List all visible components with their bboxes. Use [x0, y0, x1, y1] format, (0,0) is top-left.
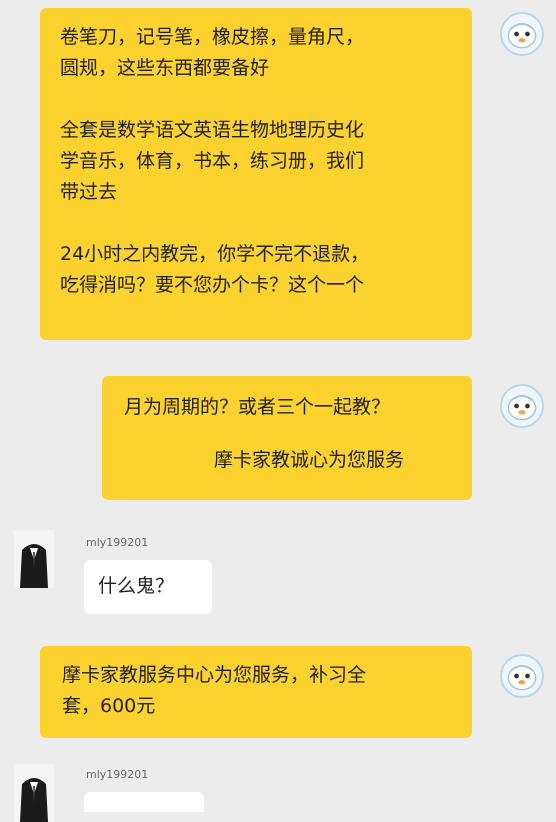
message-bubble-outgoing[interactable]: 月为周期的？或者三个一起教？ 摩卡家教诚心为您服务 — [102, 376, 472, 500]
message-text-line: 带过去 — [60, 181, 118, 203]
message-bubble-outgoing[interactable]: 摩卡家教服务中心为您服务，补习全 套，600元 — [40, 646, 472, 738]
robot-avatar-icon[interactable] — [500, 12, 544, 56]
message-text-line: 摩卡家教诚心为您服务 — [214, 449, 405, 471]
message-bubble-outgoing[interactable]: 卷笔刀，记号笔，橡皮擦，量角尺， 圆规，这些东西都要备好 全套是数学语文英语生物… — [40, 8, 472, 340]
message-text-line: 学音乐，体育，书本，练习册，我们 — [60, 150, 365, 172]
message-bubble-incoming[interactable]: 什么鬼？ — [84, 560, 212, 614]
message-text-line: 24小时之内教完，你学不完不退款， — [60, 243, 370, 265]
robot-avatar-icon[interactable] — [500, 384, 544, 428]
username-label: mly199201 — [86, 768, 149, 781]
username-label: mly199201 — [86, 536, 149, 549]
message-text-line: 圆规，这些东西都要备好 — [60, 57, 270, 79]
suit-avatar-icon[interactable] — [14, 530, 54, 588]
suit-avatar-icon[interactable] — [14, 764, 54, 822]
message-bubble-incoming[interactable] — [84, 792, 204, 812]
message-text-line: 摩卡家教服务中心为您服务，补习全 — [62, 664, 367, 686]
message-text-line: 什么鬼？ — [98, 575, 175, 597]
message-text-line: 月为周期的？或者三个一起教？ — [124, 396, 391, 418]
message-text-line: 套，600元 — [62, 695, 156, 717]
message-text-line: 卷笔刀，记号笔，橡皮擦，量角尺， — [60, 26, 365, 48]
robot-avatar-icon[interactable] — [500, 654, 544, 698]
message-text-line: 全套是数学语文英语生物地理历史化 — [60, 119, 365, 141]
message-text-line: 吃得消吗？要不您办个卡？这个一个 — [60, 274, 365, 296]
